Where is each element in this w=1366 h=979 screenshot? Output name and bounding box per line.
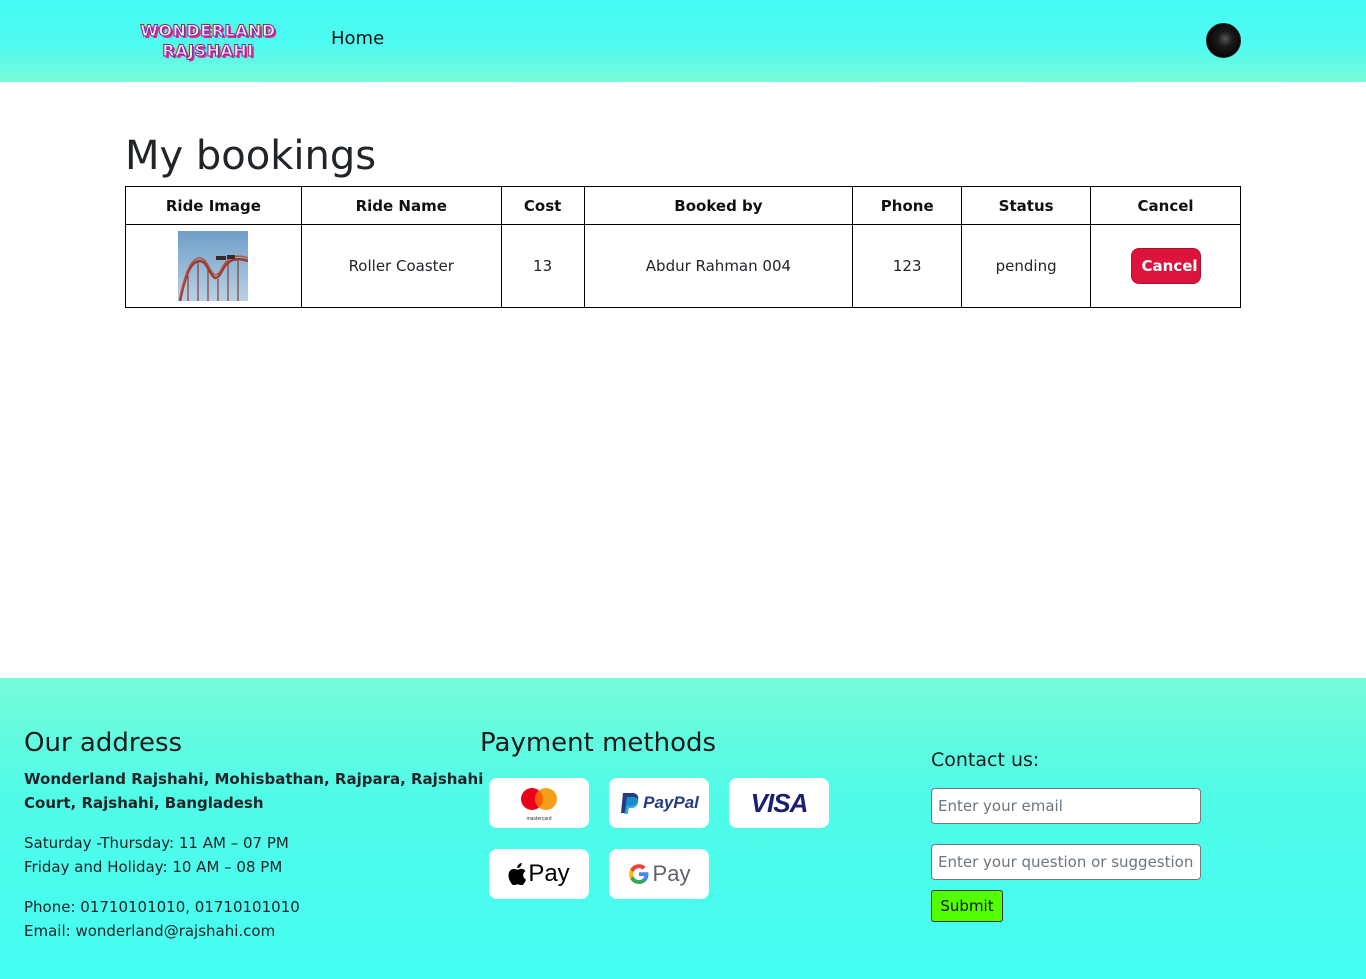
col-ride-image: Ride Image <box>125 186 302 225</box>
contact-heading: Contact us: <box>931 749 1040 771</box>
table-row: Roller Coaster 13 Abdur Rahman 004 123 p… <box>125 224 1241 308</box>
mastercard-icon: mastercard <box>521 788 557 822</box>
cancel-booking-button[interactable]: Cancel <box>1130 248 1201 284</box>
col-booked-by: Booked by <box>583 186 854 225</box>
cost-cell: 13 <box>500 224 585 308</box>
mastercard-card: mastercard <box>489 778 589 828</box>
visa-label: VISA <box>750 787 809 818</box>
nav-home-link[interactable]: Home <box>331 28 384 49</box>
ride-image-cell <box>125 224 302 308</box>
applepay-label: Pay <box>528 860 570 887</box>
col-phone: Phone <box>852 186 963 225</box>
contact-question-input[interactable] <box>931 844 1201 880</box>
navbar: WONDERLAND RAJSHAHI Home <box>0 0 1366 82</box>
contact-phone: Phone: 01710101010, 01710101010 <box>24 898 300 916</box>
col-ride-name: Ride Name <box>300 186 502 225</box>
apple-icon <box>508 863 527 885</box>
submit-button[interactable]: Submit <box>931 890 1003 922</box>
col-cancel: Cancel <box>1090 186 1241 225</box>
col-status: Status <box>961 186 1092 225</box>
address-heading: Our address <box>24 728 183 758</box>
paypal-label: PayPal <box>643 793 699 812</box>
hours-weekday: Saturday -Thursday: 11 AM – 07 PM <box>24 834 289 852</box>
google-g-icon <box>628 864 649 884</box>
logo-line1: WONDERLAND <box>140 21 276 41</box>
ride-image <box>178 231 249 301</box>
applepay-card: Pay <box>489 849 589 899</box>
page-title: My bookings <box>125 133 377 179</box>
address-line2: Court, Rajshahi, Bangladesh <box>24 794 264 812</box>
visa-card: VISA <box>729 778 829 828</box>
cancel-cell: Cancel <box>1090 224 1241 308</box>
ride-name-cell: Roller Coaster <box>300 224 502 308</box>
site-logo[interactable]: WONDERLAND RAJSHAHI <box>128 16 288 66</box>
mastercard-label: mastercard <box>526 816 551 822</box>
hours-holiday: Friday and Holiday: 10 AM – 08 PM <box>24 858 283 876</box>
bookings-table: Ride Image Ride Name Cost Booked by Phon… <box>125 186 1241 308</box>
booked-by-cell: Abdur Rahman 004 <box>583 224 854 308</box>
payment-heading: Payment methods <box>480 728 717 758</box>
contact-email-input[interactable] <box>931 788 1201 824</box>
googlepay-card: Pay <box>609 849 709 899</box>
col-cost: Cost <box>500 186 585 225</box>
paypal-card: PayPal <box>609 778 709 828</box>
logo-line2: RAJSHAHI <box>162 41 254 61</box>
googlepay-label: Pay <box>652 861 691 886</box>
paypal-icon <box>621 793 639 814</box>
phone-cell: 123 <box>852 224 963 308</box>
contact-email: Email: wonderland@rajshahi.com <box>24 922 276 940</box>
table-header-row: Ride Image Ride Name Cost Booked by Phon… <box>125 186 1241 225</box>
user-avatar[interactable] <box>1206 23 1241 58</box>
status-cell: pending <box>961 224 1092 308</box>
footer: Our address Wonderland Rajshahi, Mohisba… <box>0 678 1366 979</box>
address-line1: Wonderland Rajshahi, Mohisbathan, Rajpar… <box>24 770 484 788</box>
